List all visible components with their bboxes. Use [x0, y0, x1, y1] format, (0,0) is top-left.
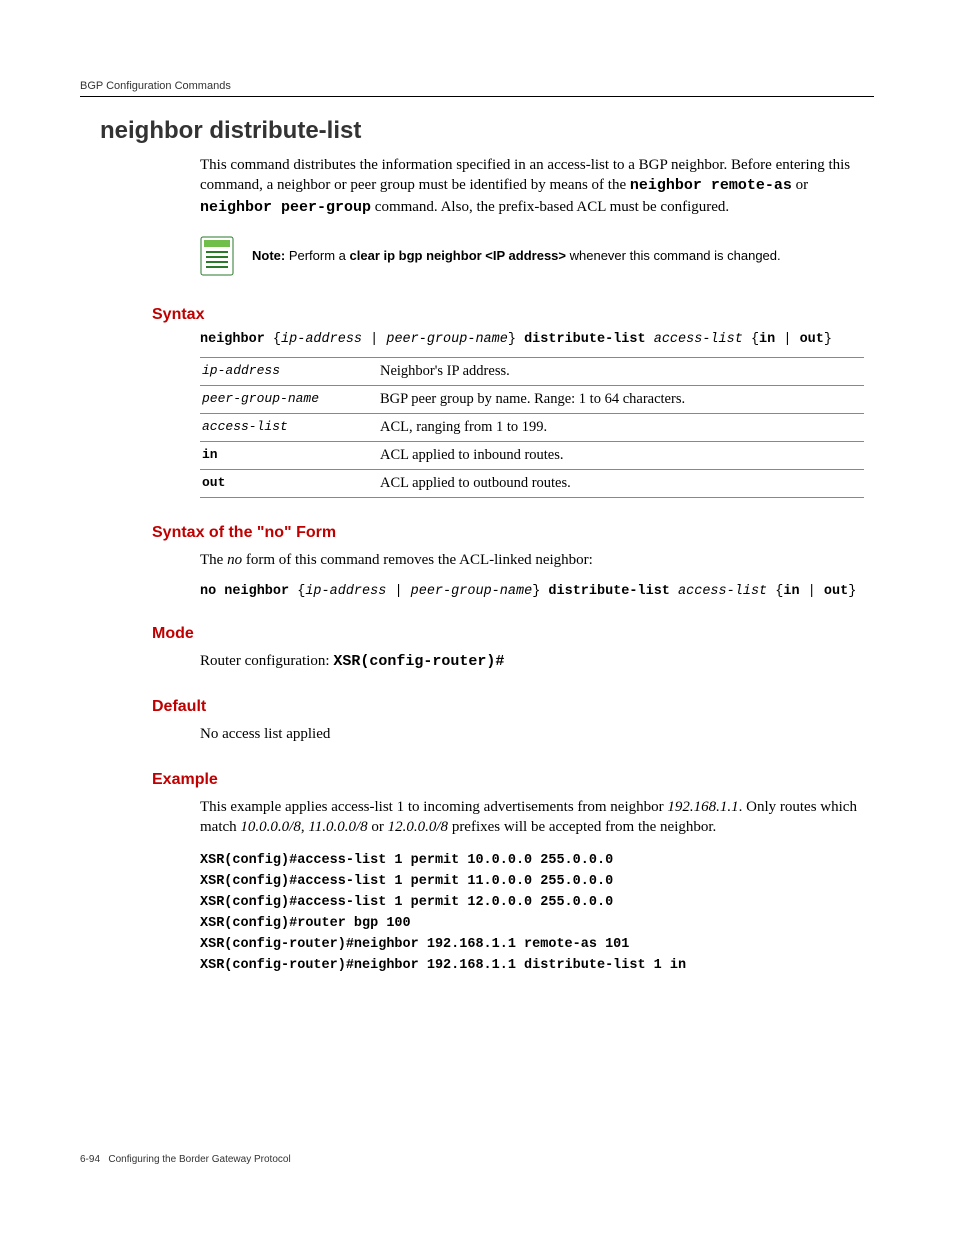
running-header: BGP Configuration Commands: [80, 80, 874, 97]
tok-out-n: out: [824, 584, 848, 599]
tok-ob2-n: {: [767, 584, 783, 599]
tok-pipe2: |: [775, 332, 799, 347]
tok-sp-n: [670, 584, 678, 599]
ex-pfx3: 12.0.0.0/8: [388, 819, 448, 835]
tok-ip-n: ip-address: [305, 584, 386, 599]
intro-paragraph: This command distributes the information…: [200, 155, 864, 218]
tok-ip: ip-address: [281, 332, 362, 347]
params-table: ip-address Neighbor's IP address. peer-g…: [200, 357, 864, 498]
note-icon: [200, 236, 234, 276]
footer-page-number: 6-94: [80, 1154, 100, 1165]
ex-c: prefixes will be accepted from the neigh…: [448, 819, 716, 835]
param-name: access-list: [200, 413, 378, 441]
tok-ob2: {: [743, 332, 759, 347]
tok-al: access-list: [654, 332, 743, 347]
table-row: peer-group-name BGP peer group by name. …: [200, 385, 864, 413]
tok-ob: {: [265, 332, 281, 347]
tok-pipe1: |: [362, 332, 386, 347]
tok-cb2: }: [824, 332, 832, 347]
page: BGP Configuration Commands neighbor dist…: [0, 0, 954, 1235]
example-code: XSR(config)#access-list 1 permit 10.0.0.…: [200, 851, 864, 977]
page-footer: 6-94 Configuring the Border Gateway Prot…: [80, 1154, 291, 1165]
param-desc: BGP peer group by name. Range: 1 to 64 c…: [378, 385, 864, 413]
tok-ob-n: {: [289, 584, 305, 599]
syntax-block: neighbor {ip-address | peer-group-name} …: [200, 332, 864, 498]
table-row: in ACL applied to inbound routes.: [200, 441, 864, 469]
param-desc: ACL, ranging from 1 to 199.: [378, 413, 864, 441]
example-block: This example applies access-list 1 to in…: [200, 797, 864, 977]
param-name: in: [200, 441, 378, 469]
intro-text-b: command. Also, the prefix-based ACL must…: [371, 199, 729, 215]
intro-mid: or: [792, 177, 808, 193]
tok-pg: peer-group-name: [386, 332, 508, 347]
tok-in: in: [759, 332, 775, 347]
tok-pg-n: peer-group-name: [411, 584, 533, 599]
tok-in-n: in: [783, 584, 799, 599]
section-heading-mode: Mode: [152, 625, 874, 643]
footer-title: Configuring the Border Gateway Protocol: [108, 1154, 290, 1165]
note-t2: whenever this command is changed.: [566, 248, 781, 263]
noform-syntax-line: no neighbor {ip-address | peer-group-nam…: [200, 584, 864, 599]
note-label: Note:: [252, 248, 285, 263]
note-text: Note: Perform a clear ip bgp neighbor <I…: [252, 247, 781, 265]
tok-no-neighbor: no neighbor: [200, 584, 289, 599]
note-block: Note: Perform a clear ip bgp neighbor <I…: [200, 236, 864, 276]
tok-pipe1-n: |: [386, 584, 410, 599]
param-name: peer-group-name: [200, 385, 378, 413]
tok-cb-n: }: [532, 584, 548, 599]
mode-text: Router configuration: XSR(config-router)…: [200, 651, 864, 672]
default-block: No access list applied: [200, 724, 864, 744]
table-row: out ACL applied to outbound routes.: [200, 469, 864, 497]
ex-pfx2: 11.0.0.0/8: [308, 819, 367, 835]
tok-sp: [646, 332, 654, 347]
note-cmd: clear ip bgp neighbor <IP address>: [350, 248, 567, 263]
ex-ip: 192.168.1.1: [667, 799, 738, 815]
intro-cmd2: neighbor peer-group: [200, 199, 371, 216]
tok-out: out: [800, 332, 824, 347]
intro-block: This command distributes the information…: [200, 155, 864, 276]
mode-prompt: XSR(config-router)#: [333, 653, 504, 670]
section-heading-syntax: Syntax: [152, 306, 874, 324]
syntax-line: neighbor {ip-address | peer-group-name} …: [200, 332, 864, 347]
param-desc: ACL applied to outbound routes.: [378, 469, 864, 497]
tok-pipe2-n: |: [800, 584, 824, 599]
param-desc: Neighbor's IP address.: [378, 357, 864, 385]
note-t1: Perform a: [285, 248, 349, 263]
table-row: access-list ACL, ranging from 1 to 199.: [200, 413, 864, 441]
mode-block: Router configuration: XSR(config-router)…: [200, 651, 864, 672]
ex-pfx1: 10.0.0.0/8: [240, 819, 300, 835]
tok-cb: }: [508, 332, 524, 347]
mode-label: Router configuration:: [200, 653, 333, 669]
header-section: BGP Configuration Commands: [80, 80, 231, 92]
ex-c2: or: [368, 819, 388, 835]
example-paragraph: This example applies access-list 1 to in…: [200, 797, 864, 838]
section-heading-example: Example: [152, 771, 874, 789]
tok-dl-n: distribute-list: [548, 584, 670, 599]
table-row: ip-address Neighbor's IP address.: [200, 357, 864, 385]
param-name: out: [200, 469, 378, 497]
tok-neighbor: neighbor: [200, 332, 265, 347]
noform-a: The: [200, 552, 227, 568]
section-heading-default: Default: [152, 698, 874, 716]
tok-dl: distribute-list: [524, 332, 646, 347]
intro-cmd1: neighbor remote-as: [630, 177, 792, 194]
page-title: neighbor distribute-list: [100, 117, 874, 145]
tok-cb2-n: }: [848, 584, 856, 599]
ex-a: This example applies access-list 1 to in…: [200, 799, 667, 815]
section-heading-noform: Syntax of the "no" Form: [152, 524, 874, 542]
noform-block: The no form of this command removes the …: [200, 550, 864, 599]
noform-b: form of this command removes the ACL-lin…: [242, 552, 593, 568]
noform-no: no: [227, 552, 242, 568]
default-text: No access list applied: [200, 724, 864, 744]
tok-al-n: access-list: [678, 584, 767, 599]
param-desc: ACL applied to inbound routes.: [378, 441, 864, 469]
noform-text: The no form of this command removes the …: [200, 550, 864, 570]
param-name: ip-address: [200, 357, 378, 385]
